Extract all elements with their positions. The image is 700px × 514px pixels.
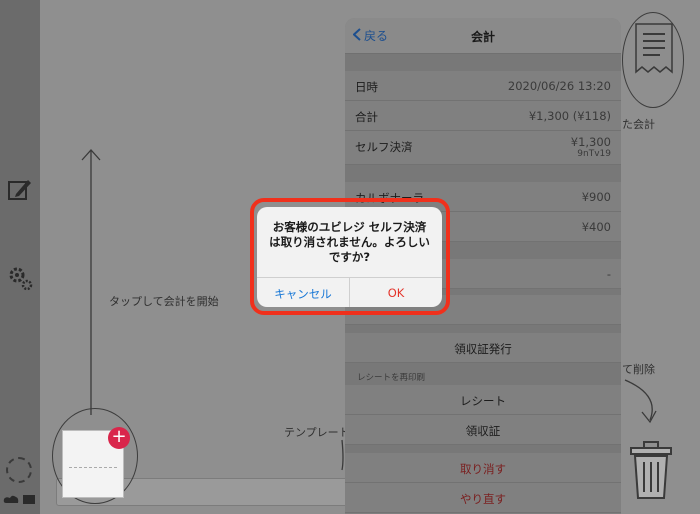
- issue-receipt-button[interactable]: 領収証発行: [345, 333, 621, 363]
- datetime-row: 日時 2020/06/26 13:20: [345, 71, 621, 101]
- cancel-transaction-button[interactable]: 取り消す: [345, 453, 621, 483]
- payment-row: セルフ決済 ¥1,300 9nTv19: [345, 131, 621, 165]
- reprint-receipt-button[interactable]: レシート: [345, 385, 621, 415]
- reprint-invoice-button[interactable]: 領収証: [345, 415, 621, 445]
- tap-to-start-hint: タップして会計を開始: [109, 295, 219, 308]
- add-order-plus-icon[interactable]: +: [108, 427, 130, 449]
- total-row: 合計 ¥1,300 (¥118): [345, 101, 621, 131]
- sheet-nav-bar: 戻る 会計: [345, 18, 621, 54]
- receipt-hint: た会計: [622, 118, 655, 131]
- redo-transaction-button[interactable]: やり直す: [345, 483, 621, 513]
- sheet-title: 会計: [470, 30, 495, 44]
- alert-highlight-frame: [250, 198, 450, 315]
- delete-hint: て削除: [622, 363, 655, 376]
- reprint-section-label: レシートを再印刷: [345, 363, 621, 385]
- receipt-icon[interactable]: [632, 22, 676, 80]
- trash-icon[interactable]: [628, 440, 674, 500]
- template-hint: テンプレート: [284, 426, 350, 439]
